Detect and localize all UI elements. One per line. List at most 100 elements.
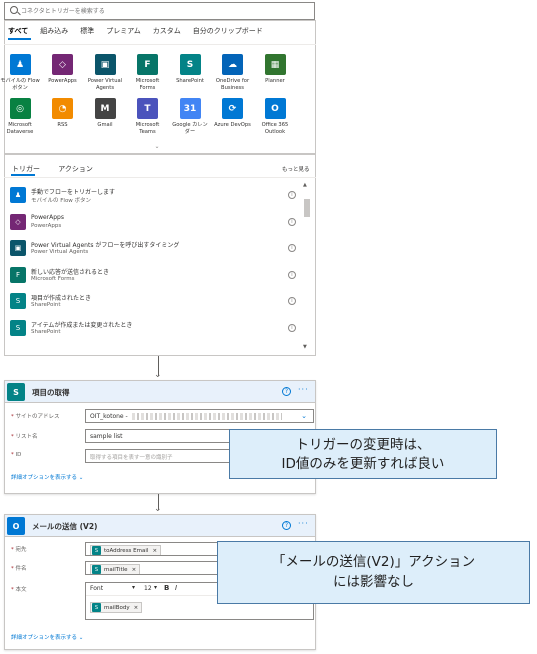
tab-all[interactable]: すべて [8, 26, 28, 36]
tab-standard[interactable]: 標準 [80, 26, 94, 36]
connector-tile[interactable]: 31 Google カレンダー [170, 98, 210, 136]
info-icon[interactable]: i [288, 270, 296, 279]
show-advanced-link[interactable]: 詳細オプションを表示する ⌄ [11, 473, 83, 481]
field-label: * ID [11, 452, 22, 458]
close-icon[interactable]: × [152, 548, 157, 554]
info-icon[interactable]: i [288, 297, 296, 306]
show-advanced-link[interactable]: 詳細オプションを表示する ⌄ [11, 633, 83, 641]
chat-icon: ▣ [94, 54, 116, 75]
info-icon[interactable]: i [288, 324, 296, 332]
info-icon[interactable]: i [288, 217, 296, 226]
connector-tile[interactable]: S SharePoint [170, 54, 210, 85]
connector-tile[interactable]: ◇ PowerApps [43, 54, 83, 85]
connector-label: Google カレンダー [172, 122, 208, 135]
connector-tile[interactable]: ⟳ Azure DevOps [213, 98, 253, 129]
field-label: * 本文 [11, 587, 27, 593]
arrow-down-icon: ⌄ [154, 504, 162, 514]
scroll-up-icon[interactable]: ▲ [303, 182, 307, 188]
connector-tile[interactable]: ☁ OneDrive for Business [213, 54, 253, 92]
devops-icon: ⟳ [222, 98, 243, 119]
list-item[interactable]: S アイテムが作成または変更されたとき SharePoint i [10, 317, 300, 341]
person-icon: ♟ [10, 187, 26, 203]
help-icon[interactable]: ? [282, 387, 291, 396]
close-icon[interactable]: × [134, 605, 139, 611]
teams-icon: T [137, 98, 158, 119]
forms-icon: F [137, 54, 158, 75]
more-options-icon[interactable]: ··· [298, 519, 309, 528]
list-item[interactable]: ◇ PowerApps PowerApps i [10, 211, 300, 235]
dynamic-token[interactable]: StoAddress Email × [90, 545, 162, 555]
connector-tile[interactable]: O Office 365 Outlook [255, 98, 295, 136]
person-icon: ♟ [9, 54, 31, 75]
callout-line: には影響なし [333, 574, 414, 590]
tab-builtin[interactable]: 組み込み [40, 26, 68, 36]
chevron-down-icon[interactable]: ⌄ [153, 143, 161, 150]
connector-label: Planner [265, 78, 285, 84]
tab-premium[interactable]: プレミアム [106, 26, 141, 36]
trigger-connector: PowerApps [31, 222, 62, 229]
sharepoint-icon: S [10, 320, 26, 336]
connector-tile[interactable]: F Microsoft Forms [128, 54, 168, 92]
scroll-down-icon[interactable]: ▼ [303, 344, 307, 350]
info-icon[interactable]: i [288, 244, 296, 253]
font-size-select[interactable]: 12 [144, 585, 152, 592]
field-label: * サイトのアドレス [11, 414, 60, 420]
outlook-icon: O [7, 517, 25, 535]
trigger-title: Power Virtual Agents がフローを呼び出すタイミング [31, 242, 180, 250]
subtabs: トリガー アクション [12, 164, 109, 174]
card-header[interactable]: O メールの送信 (V2) ? ··· [5, 515, 315, 537]
divider [4, 177, 316, 178]
dynamic-token[interactable]: SmailBody × [90, 602, 143, 613]
sharepoint-icon: S [7, 383, 25, 401]
list-item[interactable]: ▣ Power Virtual Agents がフローを呼び出すタイミング Powe… [10, 237, 300, 261]
help-icon[interactable]: ? [282, 521, 291, 530]
connector-label: OneDrive for Business [215, 78, 250, 91]
mail-icon: M [94, 98, 116, 119]
italic-button[interactable]: I [175, 584, 177, 592]
site-address-field[interactable]: OIT_kotone - ⌄ [85, 409, 314, 423]
chat-icon: ▣ [10, 240, 26, 257]
chevron-down-icon[interactable]: ⌄ [301, 412, 307, 420]
scrollbar[interactable]: ▲ ▼ [303, 182, 311, 352]
card-header[interactable]: S 項目の取得 ? ··· [5, 381, 315, 403]
font-select[interactable]: Font [90, 585, 103, 592]
tab-custom[interactable]: カスタム [153, 26, 181, 36]
active-subtab-indicator [11, 174, 35, 176]
trigger-connector: SharePoint [31, 302, 61, 309]
connector-label: Office 365 Outlook [261, 122, 289, 135]
see-more-link[interactable]: もっと見る [282, 165, 310, 173]
scroll-thumb[interactable] [304, 199, 310, 217]
info-icon[interactable]: i [288, 191, 296, 199]
dataverse-icon: ◎ [9, 98, 31, 119]
list-item[interactable]: ♟ 手動でフローをトリガーします モバイルの Flow ボタン i [10, 184, 300, 208]
connector-tile[interactable]: ▣ Power Virtual Agents [85, 54, 125, 92]
connector-label: RSS [57, 122, 68, 128]
close-icon[interactable]: × [132, 567, 137, 573]
connector-tile[interactable]: ◎ Microsoft Dataverse [0, 98, 40, 136]
connector-tile[interactable]: ▦ Planner [255, 54, 295, 85]
chevron-down-icon[interactable]: ▾ [132, 584, 135, 591]
bold-button[interactable]: B [164, 584, 169, 592]
powerapps-icon: ◇ [52, 54, 73, 75]
tab-clipboard[interactable]: 自分のクリップボード [193, 26, 263, 36]
trigger-connector: モバイルの Flow ボタン [31, 198, 92, 204]
sharepoint-icon: S [92, 565, 101, 574]
connector-tile[interactable]: ♟ モバイルの Flow ボタン [0, 54, 40, 92]
connector-tile[interactable]: M Gmail [85, 98, 125, 129]
dynamic-token[interactable]: SmailTitle × [90, 564, 141, 574]
trigger-title: PowerApps [31, 213, 64, 221]
search-input[interactable] [21, 6, 301, 17]
connector-label: Azure DevOps [214, 122, 251, 128]
connector-tile[interactable]: T Microsoft Teams [128, 98, 168, 136]
list-item[interactable]: F 新しい応答が送信されるとき Microsoft Forms i [10, 264, 300, 288]
chevron-down-icon[interactable]: ▾ [154, 584, 157, 591]
search-box[interactable] [4, 2, 315, 20]
connector-tile[interactable]: ◔ RSS [43, 98, 83, 129]
list-item[interactable]: S 項目が作成されたとき SharePoint i [10, 290, 300, 314]
tab-triggers[interactable]: トリガー [12, 165, 40, 173]
connector-label: Gmail [97, 122, 113, 128]
tab-actions[interactable]: アクション [58, 165, 93, 173]
more-options-icon[interactable]: ··· [298, 385, 309, 394]
card-title: メールの送信 (V2) [32, 522, 98, 531]
arrow-down-icon: ⌄ [154, 370, 162, 380]
